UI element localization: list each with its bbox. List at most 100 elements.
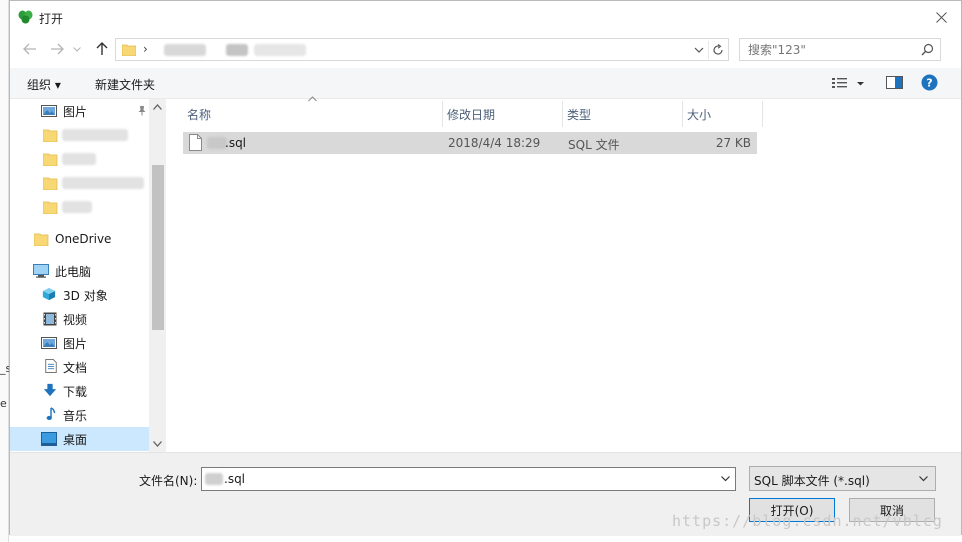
svg-text:?: ? <box>926 77 932 90</box>
nav-item-videos[interactable]: 视频 <box>10 307 150 331</box>
chevron-down-icon[interactable] <box>720 473 731 484</box>
up-arrow-icon <box>96 42 108 55</box>
chevron-up-icon <box>153 104 162 110</box>
new-folder-button[interactable]: 新建文件夹 <box>95 76 155 93</box>
address-row: › <box>10 34 961 66</box>
filetype-value: SQL 脚本文件 (*.sql) <box>754 474 870 488</box>
recent-locations-button[interactable] <box>70 39 84 59</box>
column-header-name[interactable]: 名称 <box>183 101 443 127</box>
nav-item-label: 3D 对象 <box>63 288 108 303</box>
redacted-label <box>62 129 128 141</box>
column-header-modified[interactable]: 修改日期 <box>443 101 563 127</box>
breadcrumb-separator: › <box>143 42 148 56</box>
redacted-label <box>62 201 92 213</box>
nav-item-quick-pictures[interactable]: 图片 <box>10 99 150 123</box>
nav-item-desktop[interactable]: 桌面 <box>10 427 150 451</box>
search-icon[interactable] <box>921 43 934 56</box>
redacted-path-segment <box>164 44 206 56</box>
background-text-fragment: e <box>0 397 7 410</box>
nav-item-redacted-folder[interactable] <box>10 171 150 195</box>
details-view-icon <box>832 78 864 88</box>
view-options-button[interactable] <box>831 76 865 93</box>
file-size: 27 KB <box>715 136 751 150</box>
nav-item-label: 图片 <box>63 336 88 351</box>
search-box[interactable] <box>739 38 941 61</box>
file-type: SQL 文件 <box>568 138 620 152</box>
command-toolbar: 组织 ▾ 新建文件夹 ? <box>10 68 961 99</box>
filename-label: 文件名(N): <box>139 474 198 488</box>
chevron-down-icon <box>919 476 928 482</box>
app-leaf-icon <box>18 10 33 24</box>
cube-3d-icon <box>42 287 56 301</box>
help-icon: ? <box>921 74 938 91</box>
redacted-path-segment <box>226 44 248 56</box>
folder-icon <box>43 153 58 166</box>
folder-icon <box>43 129 58 142</box>
back-arrow-icon <box>23 43 36 55</box>
window-title: 打开 <box>39 12 64 26</box>
redacted-filename <box>205 473 223 485</box>
folder-icon <box>43 201 58 214</box>
chevron-down-icon[interactable] <box>692 43 706 57</box>
nav-item-downloads[interactable]: 下载 <box>10 379 150 403</box>
pin-icon[interactable] <box>137 105 147 116</box>
nav-item-label: 视频 <box>63 312 88 327</box>
organize-menu[interactable]: 组织 ▾ <box>27 76 61 93</box>
video-film-icon <box>43 312 57 326</box>
column-header-type[interactable]: 类型 <box>563 101 683 127</box>
nav-item-redacted-folder[interactable] <box>10 147 150 171</box>
nav-item-label: 音乐 <box>63 408 88 423</box>
nav-item-this-pc[interactable]: 此电脑 <box>10 259 150 283</box>
column-header-size[interactable]: 大小 <box>683 101 763 127</box>
nav-item-label: 图片 <box>63 104 88 119</box>
redacted-label <box>62 153 96 165</box>
file-modified: 2018/4/4 18:29 <box>448 136 541 150</box>
filename-combobox[interactable]: .sql <box>201 467 736 491</box>
back-button[interactable] <box>20 39 40 59</box>
search-input[interactable] <box>740 39 910 60</box>
chevron-down-icon <box>73 46 81 52</box>
preview-pane-icon <box>886 76 903 89</box>
folder-icon <box>34 233 49 246</box>
scroll-down-button[interactable] <box>149 436 166 452</box>
nav-item-music[interactable]: 音乐 <box>10 403 150 427</box>
nav-item-label: 下载 <box>63 384 88 399</box>
scroll-thumb[interactable] <box>152 165 164 330</box>
pictures-icon <box>41 337 57 349</box>
document-icon <box>45 359 57 373</box>
address-bar[interactable]: › <box>115 38 729 61</box>
file-row[interactable]: .sql 2018/4/4 18:29 SQL 文件 27 KB <box>183 132 757 154</box>
up-button[interactable] <box>92 39 112 59</box>
nav-item-3d-objects[interactable]: 3D 对象 <box>10 283 150 307</box>
nav-item-redacted-folder[interactable] <box>10 195 150 219</box>
nav-item-redacted-folder[interactable] <box>10 123 150 147</box>
nav-item-label: 文档 <box>63 360 88 375</box>
nav-item-label: OneDrive <box>55 232 112 246</box>
desktop-icon <box>41 432 57 446</box>
file-icon <box>189 134 202 151</box>
preview-pane-button[interactable] <box>886 76 903 92</box>
forward-button[interactable] <box>47 39 67 59</box>
redacted-path-segment <box>254 44 306 56</box>
chevron-down-icon <box>153 441 162 447</box>
filetype-select[interactable]: SQL 脚本文件 (*.sql) <box>749 466 936 491</box>
filename-value[interactable]: .sql <box>224 472 245 486</box>
nav-item-label: 桌面 <box>63 432 88 447</box>
title-bar: 打开 <box>10 1 961 33</box>
background-window-edge: _s e <box>0 0 11 542</box>
pictures-icon <box>41 105 57 117</box>
watermark: https://blog.csdn.net/vblcg <box>672 512 943 530</box>
music-note-icon <box>46 407 56 420</box>
folder-icon <box>122 44 136 56</box>
refresh-button[interactable] <box>708 41 726 59</box>
forward-arrow-icon <box>51 43 64 55</box>
navigation-pane: 图片 OneDrive 此电脑 3D 对象 视频 图片 文档 下载 音乐 桌面 <box>10 99 165 452</box>
nav-scrollbar[interactable] <box>149 99 166 452</box>
nav-item-pictures[interactable]: 图片 <box>10 331 150 355</box>
help-button[interactable]: ? <box>921 74 938 94</box>
scroll-up-button[interactable] <box>149 99 166 115</box>
download-arrow-icon <box>43 383 57 397</box>
nav-item-documents[interactable]: 文档 <box>10 355 150 379</box>
nav-item-onedrive[interactable]: OneDrive <box>10 227 150 251</box>
close-button[interactable] <box>927 5 955 29</box>
